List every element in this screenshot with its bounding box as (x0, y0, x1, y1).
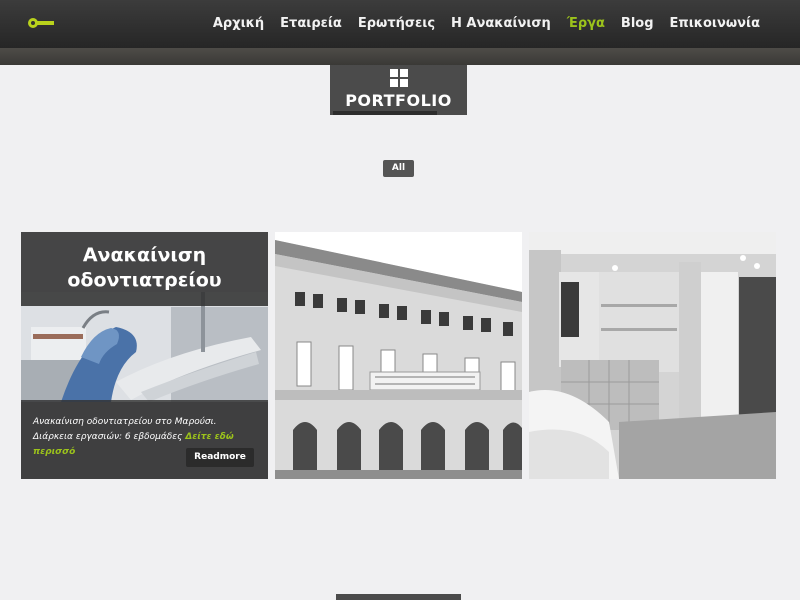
portfolio-heading: PORTFOLIO (330, 65, 467, 115)
nav-item-projects[interactable]: Έργα (567, 16, 605, 31)
item-description-overlay: Ανακαίνιση οδοντιατρείου στο Μαρούσι. Δι… (21, 400, 268, 479)
grid-icon (390, 69, 408, 87)
renovated-interior-photo (529, 232, 776, 479)
item-title: Ανακαίνιση οδοντιατρείου (21, 232, 268, 306)
portfolio-item-interior[interactable] (529, 232, 776, 479)
filter-all-button[interactable]: All (383, 160, 414, 177)
navbar-bottom-strip (0, 48, 800, 65)
portfolio-title: PORTFOLIO (345, 91, 452, 110)
neoclassical-building-photo (275, 232, 522, 479)
nav-item-faq[interactable]: Ερωτήσεις (358, 16, 435, 31)
heading-underline (333, 111, 437, 115)
readmore-button[interactable]: Readmore (186, 448, 254, 467)
nav-item-contact[interactable]: Επικοινωνία (670, 16, 760, 31)
nav-item-renovation[interactable]: Η Ανακαίνιση (451, 16, 551, 31)
main-menu: Αρχική Εταιρεία Ερωτήσεις Η Ανακαίνιση Έ… (213, 16, 760, 31)
logo-icon[interactable] (28, 18, 54, 28)
nav-item-blog[interactable]: Blog (621, 16, 654, 31)
portfolio-item-dental[interactable]: Ανακαίνιση οδοντιατρείου Ανακαίνιση οδον… (21, 232, 268, 479)
top-navbar: Αρχική Εταιρεία Ερωτήσεις Η Ανακαίνιση Έ… (0, 0, 800, 48)
nav-item-home[interactable]: Αρχική (213, 16, 264, 31)
portfolio-item-building[interactable] (275, 232, 522, 479)
next-section-tab (336, 594, 461, 600)
nav-item-company[interactable]: Εταιρεία (280, 16, 342, 31)
